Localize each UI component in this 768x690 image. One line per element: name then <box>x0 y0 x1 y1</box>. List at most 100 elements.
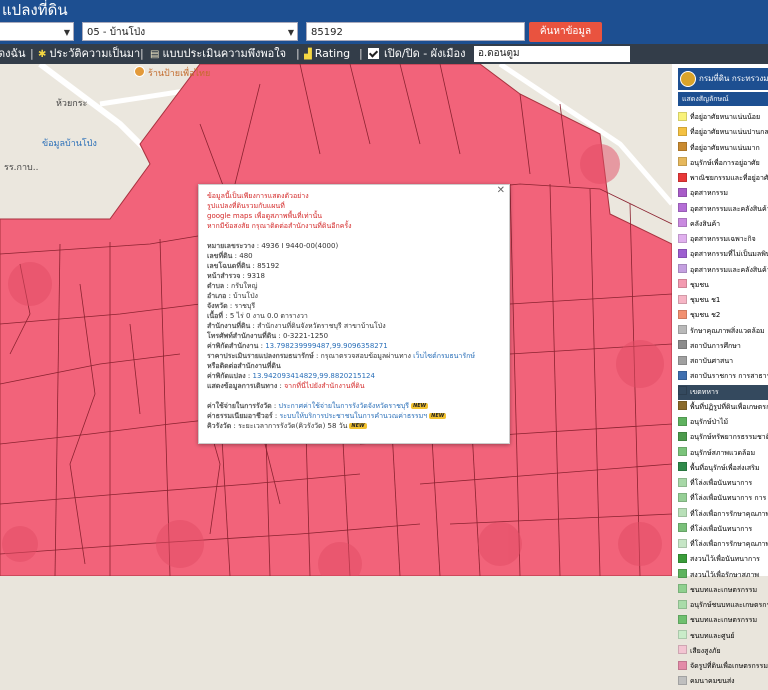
legend-item: สงวนไว้เพื่อรักษาสภาพ <box>678 568 768 583</box>
city-plan-toggle[interactable]: เปิด/ปิด - ผังเมือง <box>368 44 466 64</box>
legend-item: รักษาคุณภาพสิ่งแวดล้อม <box>678 324 768 339</box>
legend-label: พื้นที่ปฏิรูปที่ดินเพื่อเกษตรกรรม <box>690 402 768 411</box>
legend-item: ที่โล่งเพื่อนันทนาการ <box>678 476 768 491</box>
field-value: 4936 I 9440-00(4000) <box>261 242 339 250</box>
legend-swatch <box>678 325 687 334</box>
field-key: ค่าพิกัดสำนักงาน <box>207 342 259 350</box>
menu-item-main[interactable]: ดงฉัน <box>0 44 26 64</box>
legend-label: พื้นที่อนุรักษ์เพื่อส่งเสริม <box>690 463 760 472</box>
field-key: สำนักงานที่ดิน <box>207 322 251 330</box>
legend-item: คมนาคมขนส่ง <box>678 674 768 689</box>
menu-separator: | <box>30 47 34 60</box>
notice-line: หากมีข้อสงสัย กรุณาติดต่อสำนักงานที่ดินอ… <box>207 222 352 230</box>
search-button[interactable]: ค้นหาข้อมูล <box>529 22 602 42</box>
legend-item: จัดรูปที่ดินเพื่อเกษตรกรรม <box>678 659 768 674</box>
legend-swatch <box>678 614 687 624</box>
legend-item: อุตสาหกรรมเฉพาะกิจ <box>678 232 768 247</box>
legend-swatch <box>678 386 687 395</box>
legend-label: ที่โล่งเพื่อการรักษาคุณภาพ <box>690 509 768 518</box>
menu-item-rating[interactable]: ▟ Rating <box>304 44 350 65</box>
notice-line: ข้อมูลนี้เป็นเพียงการแสดงตัวอย่าง <box>207 192 309 200</box>
amphoe-input[interactable]: อ.ดอนตูม <box>474 46 630 62</box>
parcel-field-row: ตำบล : กรับใหญ่ <box>207 282 258 290</box>
field-key: เนื้อที่ <box>207 312 223 320</box>
department-seal-icon <box>680 70 696 87</box>
appraisal-value: กรุณาตรวจสอบข้อมูลผ่านทาง <box>320 352 411 360</box>
legend-label: สถาบันราชการ การสาธารณูปโภค <box>690 372 768 381</box>
toggle-label: เปิด/ปิด - ผังเมือง <box>384 47 466 60</box>
parcel-info-popup: ✕ ข้อมูลนี้เป็นเพียงการแสดงตัวอย่าง รูปแ… <box>198 184 510 444</box>
menu-separator: | <box>140 47 144 60</box>
legend-swatch <box>678 370 687 380</box>
legend-item: ชนบทและเกษตรกรรม <box>678 613 768 628</box>
menu-item-label: ดงฉัน <box>0 47 26 60</box>
new-badge: NEW <box>429 413 447 419</box>
legend-swatch <box>678 309 687 319</box>
legend-swatch <box>678 294 687 304</box>
field-value: 5 ไร่ 0 งาน 0.0 ตารางวา <box>229 312 308 320</box>
legend-swatch <box>678 645 687 655</box>
legend-item: อุตสาหกรรมและคลังสินค้า <box>678 263 768 278</box>
legend-item: สถาบันราชการ การสาธารณูปโภค <box>678 369 768 384</box>
menu-item-survey[interactable]: ▤ แบบประเมินความพึงพอใจ <box>150 44 286 65</box>
map-canvas[interactable]: ร้านป้ายเพื่อไทย ห้วยกระ รร.กาบ.. ข้อมูล… <box>0 64 672 576</box>
field-value: บ้านโป่ง <box>233 292 258 300</box>
poi-pin-icon[interactable] <box>134 66 145 77</box>
legend-label: สงวนไว้เพื่อนันทนาการ <box>690 555 760 564</box>
legend-item: ที่อยู่อาศัยหนาแน่นน้อย <box>678 110 768 125</box>
checkbox-checked-icon[interactable] <box>368 47 379 59</box>
menu-item-history[interactable]: ✱ ประวัติความเป็นมา <box>38 44 140 65</box>
legend-swatch <box>678 599 687 609</box>
legend-item: สถาบันการศึกษา <box>678 339 768 354</box>
field-key: จังหวัด <box>207 302 228 310</box>
field-value: 85192 <box>257 262 280 270</box>
legend-label: อนุรักษ์ชนบทและเกษตรกรรม <box>690 601 768 609</box>
legend-label: ที่โล่งเพื่อนันทนาการ <box>690 479 753 487</box>
field-value: 9318 <box>247 272 265 280</box>
province-select[interactable]: ▼ <box>0 22 74 41</box>
legend-swatch <box>678 462 687 472</box>
legend-label: อนุรักษ์ทรัพยากรธรรมชาติ <box>690 433 768 442</box>
parcel-field-row: จังหวัด : ราชบุรี <box>207 302 256 310</box>
menu-separator: | <box>359 47 363 60</box>
parcel-field-row: หมายเลขระวาง : 4936 I 9440-00(4000) <box>207 242 339 250</box>
field-key: หน้าสำรวจ <box>207 272 241 280</box>
legend-label: ชนบทและเกษตรกรรม <box>690 616 758 625</box>
legend-item: สงวนไว้เพื่อนันทนาการ <box>678 552 768 567</box>
map-poi-label: ร้านป้ายเพื่อไทย <box>148 69 211 79</box>
parcel-number-value: 85192 <box>311 27 343 38</box>
appraisal-row: ราคาประเมินรายแปลงกรมธนารักษ์ : กรุณาตรว… <box>207 352 475 360</box>
fee-link[interactable]: ระบบให้บริการประชาชนในการคำนวณค่าธรรมฯ <box>280 412 428 420</box>
menu-item-label: แบบประเมินความพึงพอใจ <box>162 47 287 60</box>
notice-line: google maps เพื่อดูสภาพพื้นที่เท่านั้น <box>207 212 323 220</box>
fee-link[interactable]: ประกาศค่าใช้จ่ายในการรังวัดจังหวัดราชบุร… <box>279 402 410 410</box>
route-row: แสดงข้อมูลการเดินทาง : จากที่นี่ไปยังสำน… <box>207 382 365 390</box>
fee-row: คิวรังวัด : ระยะเวลาการรังวัด(คิวรังวัด)… <box>207 422 367 430</box>
legend-swatch <box>678 218 687 228</box>
legend-item: อุตสาหกรรม <box>678 186 768 201</box>
sprout-icon: ✱ <box>38 49 47 60</box>
menu-separator: | <box>296 47 300 60</box>
route-link[interactable]: จากที่นี่ไปยังสำนักงานที่ดิน <box>284 382 364 390</box>
parcel-number-input[interactable]: 85192 <box>306 22 525 41</box>
treasury-link[interactable]: เว็บไซต์กรมธนารักษ์ <box>413 352 475 360</box>
field-key: อำเภอ <box>207 292 227 300</box>
new-badge: NEW <box>411 403 429 409</box>
legend-label: อุตสาหกรรมและคลังสินค้า <box>690 265 768 274</box>
parcel-coord-link[interactable]: 13.942093414829,99.8820215124 <box>253 372 375 380</box>
field-value: 0-3221-1250 <box>282 332 329 340</box>
chevron-down-icon: ▼ <box>287 28 294 37</box>
office-coord-link[interactable]: 13.798239999487,99.9096358271 <box>265 342 387 350</box>
close-icon[interactable]: ✕ <box>497 186 505 196</box>
legend-label: เสียงสูงภัย <box>690 646 721 655</box>
legend-swatch <box>678 630 687 639</box>
parcel-field-row: เลขโฉนดที่ดิน : 85192 <box>207 262 280 270</box>
legend-label: คลังสินค้า <box>690 219 721 228</box>
legend-label: ที่อยู่อาศัยหนาแน่นน้อย <box>690 113 761 121</box>
legend-swatch <box>678 477 687 487</box>
legend-label: สถาบันการศึกษา <box>690 341 741 350</box>
district-select[interactable]: 05 - บ้านโป่ง ▼ <box>82 22 298 41</box>
legend-swatch <box>678 538 687 548</box>
legend-swatch <box>678 569 687 578</box>
legend-label: อนุรักษ์เพื่อการอยู่อาศัย <box>690 158 760 167</box>
